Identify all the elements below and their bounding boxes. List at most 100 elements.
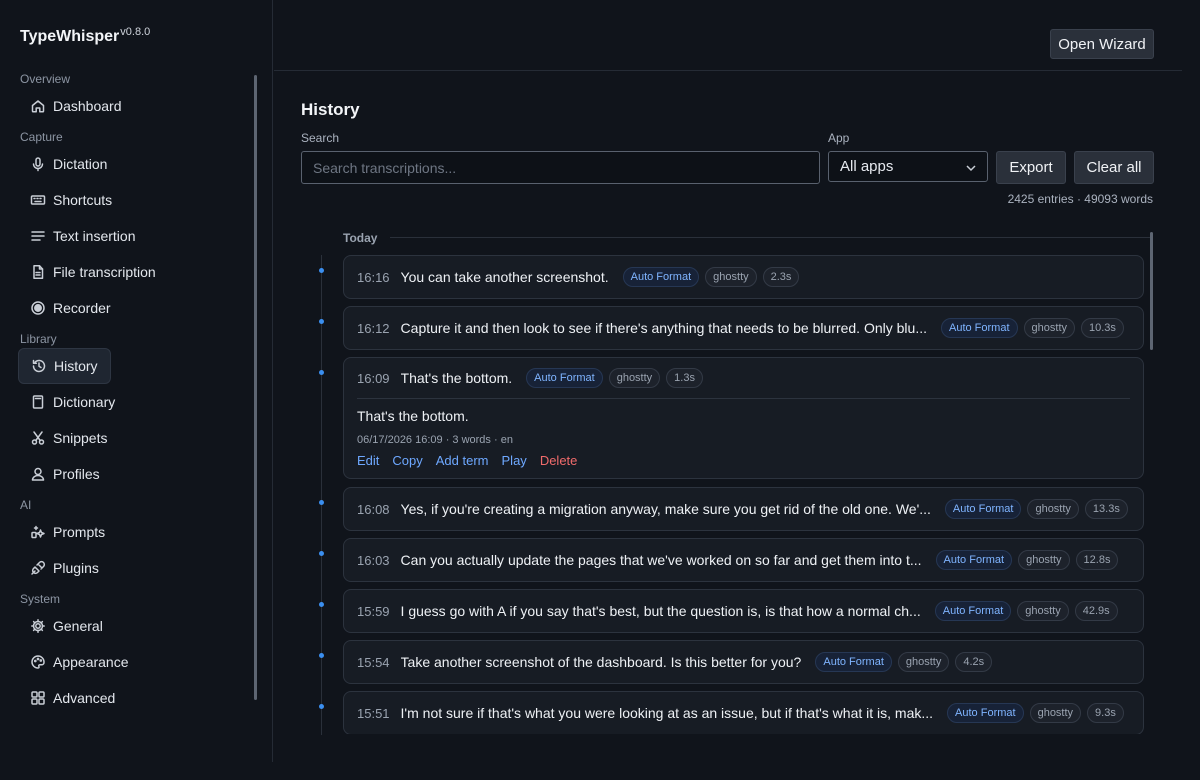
app-version: v0.8.0 [120,26,151,38]
sidebar-item-label: Shortcuts [53,192,113,208]
sidebar-item-text-insertion[interactable]: Text insertion [18,218,248,254]
app-badge: ghostty [1023,318,1075,338]
edit-link[interactable]: Edit [357,453,379,468]
section-library: Library [20,332,57,346]
history-list: 16:16 You can take another screenshot. A… [300,250,1160,734]
section-ai: AI [20,498,32,512]
sidebar-item-file-transcription[interactable]: File transcription [18,254,248,290]
app-filter-label: App [828,131,850,145]
entry-time: 15:54 [357,654,390,670]
sidebar-item-label: Dictionary [53,394,116,410]
sidebar-item-appearance[interactable]: Appearance [18,644,248,680]
entry-time: 16:12 [357,320,390,336]
sidebar-item-dictation[interactable]: Dictation [18,146,248,182]
app-badge: ghostty [1018,550,1070,570]
entry-text: Capture it and then look to see if there… [400,320,927,336]
entry-full-text: That's the bottom. [357,408,469,424]
entry-time: 16:08 [357,501,390,517]
entry-text: Yes, if you're creating a migration anyw… [400,501,931,517]
delete-link[interactable]: Delete [540,453,578,468]
history-entry-expanded[interactable]: 16:09 That's the bottom. Auto Format gho… [343,357,1144,479]
book-icon [30,394,46,410]
group-divider [390,237,1150,238]
clear-all-button[interactable]: Clear all [1074,151,1154,184]
format-badge: Auto Format [526,368,603,388]
app-badge: ghostty [1029,703,1082,723]
gear-icon [30,618,46,634]
entry-text: That's the bottom. [400,370,513,386]
app-badge: ghostty [897,652,950,672]
play-link[interactable]: Play [502,453,527,468]
format-badge: Auto Format [622,267,700,287]
section-system: System [20,592,61,606]
sparkle-icon [30,524,46,540]
scissors-icon [30,430,46,446]
sidebar-item-plugins[interactable]: Plugins [18,550,248,586]
history-entry[interactable]: 16:12 Capture it and then look to see if… [343,306,1144,350]
sidebar-item-label: Appearance [53,654,129,670]
app-badge: ghostty [1017,601,1069,621]
section-overview: Overview [20,72,71,86]
user-icon [30,466,46,482]
history-entry[interactable]: 16:16 You can take another screenshot. A… [343,255,1144,299]
sidebar-item-general[interactable]: General [18,608,248,644]
sidebar-item-profiles[interactable]: Profiles [18,456,248,492]
microphone-icon [30,156,46,172]
app-badge: ghostty [608,368,661,388]
format-badge: Auto Format [935,550,1013,570]
app-badge: ghostty [1027,499,1079,519]
sidebar-item-history[interactable]: History [18,348,111,384]
entry-time: 15:51 [357,705,390,721]
app-badge: ghostty [705,267,757,287]
app-filter-select[interactable]: All apps [828,151,988,182]
copy-link[interactable]: Copy [392,453,422,468]
entry-time: 16:03 [357,552,390,568]
duration-badge: 10.3s [1081,318,1124,338]
history-entry[interactable]: 16:08 Yes, if you're creating a migratio… [343,487,1144,531]
duration-badge: 9.3s [1087,703,1124,723]
open-wizard-button[interactable]: Open Wizard [1050,29,1154,59]
sidebar-item-label: Profiles [53,466,100,482]
sidebar-item-shortcuts[interactable]: Shortcuts [18,182,248,218]
home-icon [30,98,46,114]
entry-text: I'm not sure if that's what you were loo… [400,705,934,721]
history-entry[interactable]: 15:59 I guess go with A if you say that'… [343,589,1144,633]
entry-time: 15:59 [357,603,390,619]
export-button[interactable]: Export [996,151,1066,184]
page-title: History [301,100,360,119]
sidebar-item-recorder[interactable]: Recorder [18,290,248,326]
sidebar-item-snippets[interactable]: Snippets [18,420,248,456]
entry-meta: 06/17/2026 16:09 · 3 words · en [357,434,513,446]
record-icon [30,300,46,316]
add-term-link[interactable]: Add term [436,453,489,468]
format-badge: Auto Format [934,601,1012,621]
format-badge: Auto Format [944,499,1022,519]
sidebar-item-label: Text insertion [53,228,136,244]
duration-badge: 13.3s [1084,499,1128,519]
group-label-today: Today [343,231,378,245]
history-entry[interactable]: 15:51 I'm not sure if that's what you we… [343,691,1144,734]
history-entry[interactable]: 15:54 Take another screenshot of the das… [343,640,1144,684]
sidebar-item-dictionary[interactable]: Dictionary [18,384,248,420]
format-badge: Auto Format [815,652,892,672]
duration-badge: 2.3s [762,267,800,287]
sidebar-item-label: Advanced [53,690,116,706]
app-brand: TypeWhisperv0.8.0 [20,26,150,46]
duration-badge: 42.9s [1074,601,1118,621]
duration-badge: 1.3s [666,368,703,388]
history-entry[interactable]: 16:03 Can you actually update the pages … [343,538,1144,582]
sidebar-item-prompts[interactable]: Prompts [18,514,248,550]
sidebar-item-advanced[interactable]: Advanced [18,680,248,716]
sidebar-scrollbar[interactable] [254,75,257,700]
entry-text: Take another screenshot of the dashboard… [400,654,802,670]
history-stats: 2425 entries · 49093 words [1007,192,1153,206]
format-badge: Auto Format [947,703,1024,723]
app-filter-value: All apps [840,158,894,175]
search-input[interactable] [301,151,820,184]
sidebar-item-label: General [53,618,103,634]
sidebar-item-label: Plugins [53,560,99,576]
entry-time: 16:16 [357,269,390,285]
app-name: TypeWhisper [20,28,120,45]
sidebar-item-dashboard[interactable]: Dashboard [18,88,248,124]
search-label: Search [301,131,340,145]
